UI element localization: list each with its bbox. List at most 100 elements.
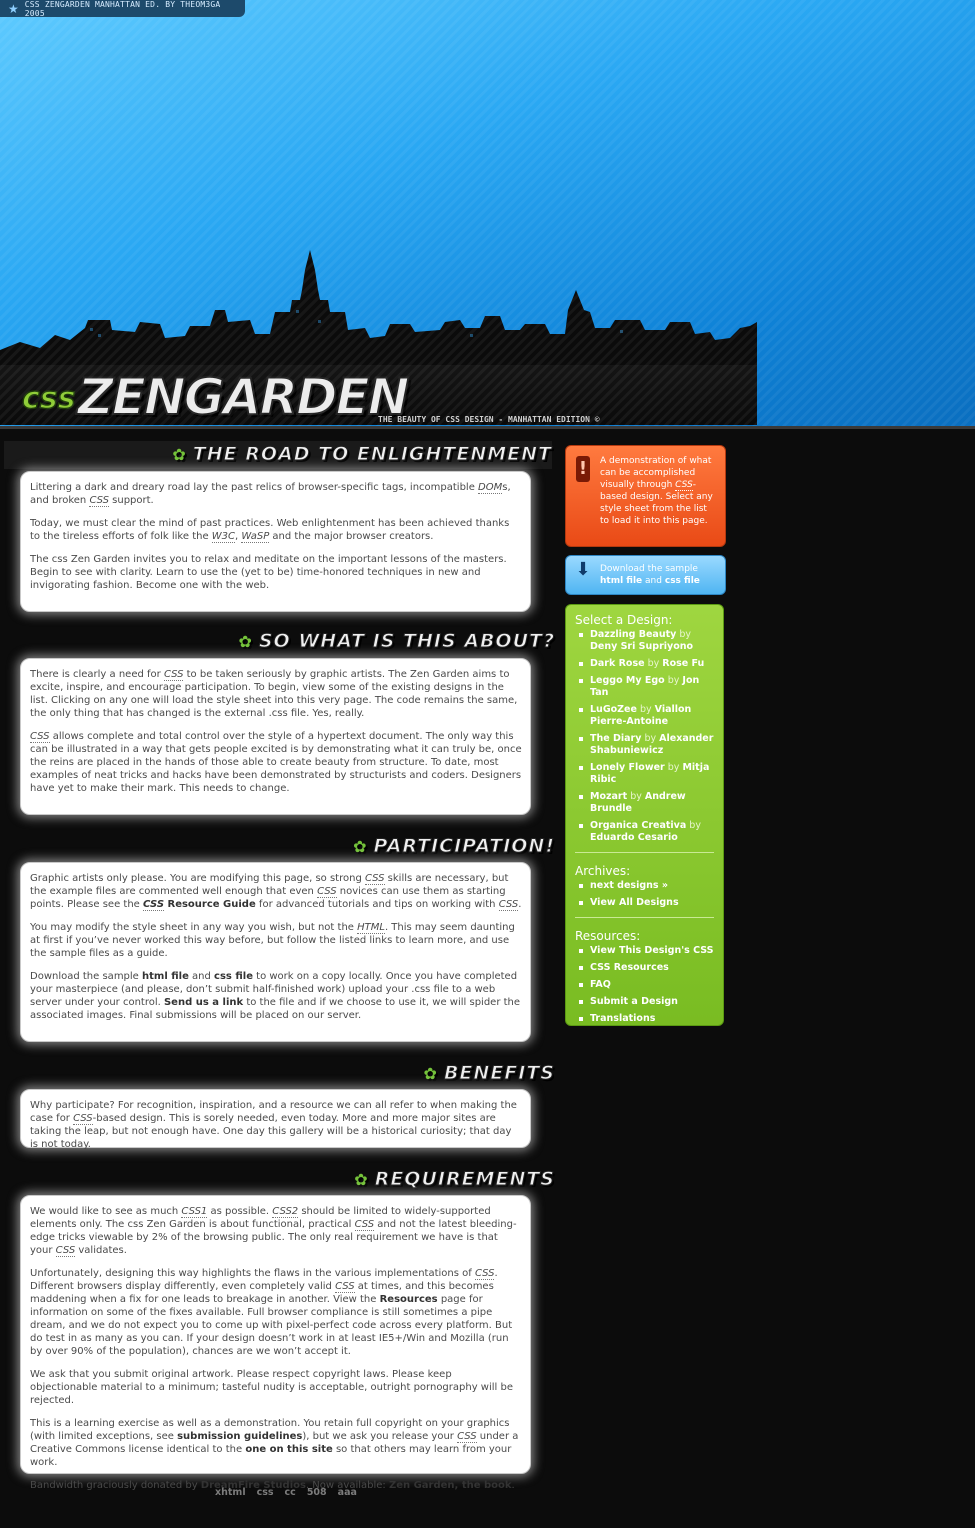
download-html-link[interactable]: html file xyxy=(600,576,642,586)
abbr-css: CSS xyxy=(675,480,693,491)
design-item[interactable]: Lonely Flower by Mitja Ribic xyxy=(575,762,714,786)
by-text: by xyxy=(639,704,652,715)
design-author[interactable]: Deny Sri Supriyono xyxy=(590,641,693,652)
resource-translations[interactable]: Translations xyxy=(575,1013,714,1025)
abbr-css: CSS xyxy=(163,669,184,681)
section-title-benefits: ✿ BENEFITS xyxy=(424,1060,555,1086)
section-heading-requirements: ✿ REQUIREMENTS xyxy=(0,1166,555,1194)
design-item[interactable]: The Diary by Alexander Shabuniewicz xyxy=(575,733,714,757)
abbr-css: CSS xyxy=(457,1431,477,1443)
resource-link[interactable]: CSS Resources xyxy=(590,962,669,973)
resources-link[interactable]: Resources xyxy=(380,1294,438,1305)
design-item[interactable]: Dark Rose by Rose Fu xyxy=(575,658,714,670)
paragraph: We ask that you submit original artwork.… xyxy=(30,1369,513,1406)
license-link[interactable]: one on this site xyxy=(245,1444,332,1455)
abbr-css: CSS xyxy=(354,1219,375,1231)
abbr-css: CSS xyxy=(474,1268,495,1280)
abbr-css: CSS xyxy=(335,1281,355,1293)
paragraph: CSS allows complete and total control ov… xyxy=(30,731,522,794)
abbr-wasp: WaSP xyxy=(241,531,270,543)
resource-link[interactable]: Translations xyxy=(590,1013,655,1024)
abbr-css: CSS xyxy=(55,1245,76,1257)
leaf-icon: ✿ xyxy=(354,1169,369,1189)
html-file-link[interactable]: html file xyxy=(142,971,189,982)
site-logo: css ZENGARDEN xyxy=(21,360,410,423)
footer-link-xhtml[interactable]: xhtml xyxy=(215,1487,246,1498)
zen-garden-book-link[interactable]: Zen Garden, the book xyxy=(389,1480,512,1491)
design-name[interactable]: LuGoZee xyxy=(590,704,637,715)
design-name[interactable]: Leggo My Ego xyxy=(590,675,665,686)
download-prefix: Download the sample xyxy=(600,564,698,574)
design-item[interactable]: Mozart by Andrew Brundle xyxy=(575,791,714,815)
top-credit-text: CSS ZENGARDEN MANHATTAN ED. BY THEOM3GA … xyxy=(24,0,221,18)
section-title-text: THE ROAD TO ENLIGHTENMENT xyxy=(192,443,552,466)
intro-notice-box: ! A demonstration of what can be accompl… xyxy=(565,445,726,547)
design-item[interactable]: Leggo My Ego by Jon Tan xyxy=(575,675,714,699)
resource-link[interactable]: FAQ xyxy=(590,979,611,990)
resource-link[interactable]: View This Design's CSS xyxy=(590,945,714,956)
design-name[interactable]: Mozart xyxy=(590,791,627,802)
abbr-html: HTML xyxy=(357,922,385,934)
download-css-link[interactable]: css file xyxy=(665,576,700,586)
send-link-link[interactable]: Send us a link xyxy=(164,997,243,1008)
resource-submit[interactable]: Submit a Design xyxy=(575,996,714,1008)
design-item[interactable]: Organica Creativa by Eduardo Cesario xyxy=(575,820,714,844)
css-resource-guide-link[interactable]: CSS Resource Guide xyxy=(142,899,256,911)
design-name[interactable]: The Diary xyxy=(590,733,641,744)
by-text: by xyxy=(644,733,657,744)
star-icon: ★ xyxy=(8,1,19,16)
header-logo-bar xyxy=(0,365,757,425)
archive-link[interactable]: View All Designs xyxy=(590,897,679,908)
paragraph: Why participate? For recognition, inspir… xyxy=(30,1100,517,1150)
design-name[interactable]: Dark Rose xyxy=(590,658,645,669)
select-design-heading: Select a Design: xyxy=(575,613,673,627)
archive-next-designs[interactable]: next designs » xyxy=(575,880,714,892)
design-select-panel: Select a Design: Dazzling Beauty by Deny… xyxy=(565,604,724,1026)
section-heading-participation: ✿ PARTICIPATION! xyxy=(0,833,555,861)
design-author[interactable]: Rose Fu xyxy=(662,658,704,669)
by-text: by xyxy=(630,791,642,802)
archive-link[interactable]: next designs » xyxy=(590,880,668,891)
design-name[interactable]: Lonely Flower xyxy=(590,762,665,773)
by-text: by xyxy=(689,820,701,831)
design-author[interactable]: Eduardo Cesario xyxy=(590,832,678,843)
abbr-css: CSS xyxy=(89,495,109,507)
top-credit-bar: ★ CSS ZENGARDEN MANHATTAN ED. BY THEOM3G… xyxy=(0,0,245,18)
paragraph: Graphic artists only please. You are mod… xyxy=(30,873,522,911)
design-item[interactable]: LuGoZee by Viallon Pierre-Antoine xyxy=(575,704,714,728)
paragraph: We would like to see as much CSS1 as pos… xyxy=(30,1206,517,1257)
section-title-text: REQUIREMENTS xyxy=(374,1168,555,1191)
design-list: Dazzling Beauty by Deny Sri Supriyono Da… xyxy=(575,629,714,844)
abbr-css: CSS xyxy=(498,899,519,911)
footer-link-aaa[interactable]: aaa xyxy=(338,1487,357,1498)
abbr-w3c: W3C xyxy=(211,531,236,543)
design-name[interactable]: Organica Creativa xyxy=(590,820,686,831)
paragraph: There is clearly a need for CSS to be ta… xyxy=(30,669,518,719)
archive-view-all[interactable]: View All Designs xyxy=(575,897,714,909)
footer-link-cc[interactable]: cc xyxy=(285,1487,296,1498)
divider xyxy=(575,852,714,853)
paragraph: Unfortunately, designing this way highli… xyxy=(30,1268,513,1357)
css-file-link[interactable]: css file xyxy=(214,971,253,982)
resource-css-resources[interactable]: CSS Resources xyxy=(575,962,714,974)
resource-faq[interactable]: FAQ xyxy=(575,979,714,991)
section-box-participation: Graphic artists only please. You are mod… xyxy=(20,862,531,1042)
submission-guidelines-link[interactable]: submission guidelines xyxy=(177,1431,302,1442)
section-heading-road: ✿ THE ROAD TO ENLIGHTENMENT xyxy=(4,441,552,469)
section-box-requirements: We would like to see as much CSS1 as pos… xyxy=(20,1195,531,1491)
resource-link[interactable]: Submit a Design xyxy=(590,996,678,1007)
section-heading-benefits: ✿ BENEFITS xyxy=(0,1060,555,1088)
download-arrow-icon: ⬇ xyxy=(575,559,591,580)
footer-link-508[interactable]: 508 xyxy=(307,1487,327,1498)
intro-notice-text: A demonstration of what can be accomplis… xyxy=(600,456,713,526)
paragraph: You may modify the style sheet in any wa… xyxy=(30,922,515,959)
design-name[interactable]: Dazzling Beauty xyxy=(590,629,676,640)
resource-view-css[interactable]: View This Design's CSS xyxy=(575,945,714,957)
section-title-requirements: ✿ REQUIREMENTS xyxy=(354,1166,555,1192)
footer-link-css[interactable]: css xyxy=(257,1487,274,1498)
design-item[interactable]: Dazzling Beauty by Deny Sri Supriyono xyxy=(575,629,714,653)
leaf-icon: ✿ xyxy=(238,631,253,651)
logo-css-text: css xyxy=(21,380,76,417)
section-title-text: PARTICIPATION! xyxy=(373,835,555,858)
exclamation-icon: ! xyxy=(576,456,590,482)
